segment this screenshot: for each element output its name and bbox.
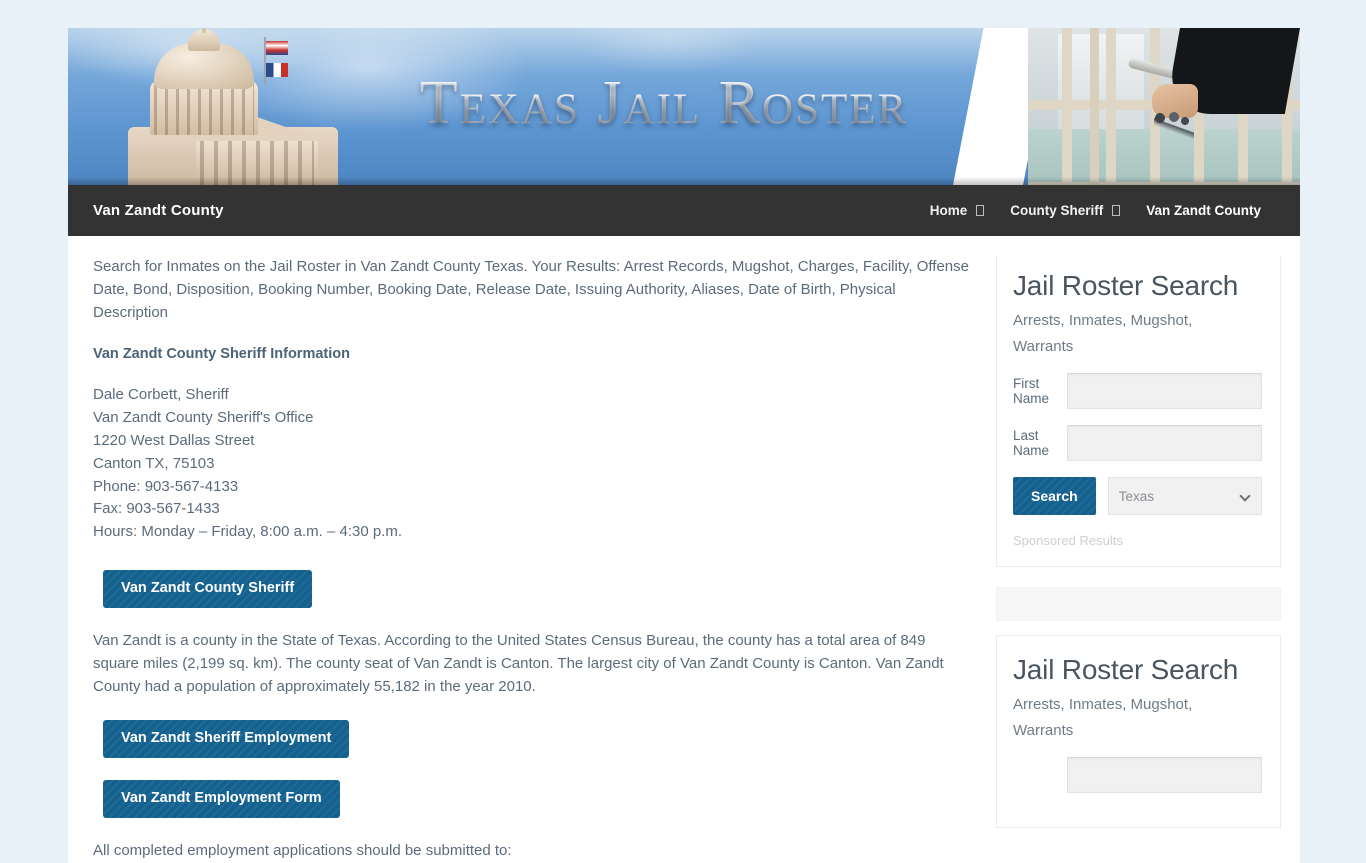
- search-button[interactable]: Search: [1013, 477, 1096, 515]
- widget-title: Jail Roster Search: [1013, 270, 1239, 301]
- first-name-label: First Name: [1013, 376, 1050, 406]
- employment-button-row: Van Zandt Sheriff Employment: [103, 720, 970, 759]
- van-zandt-employment-form-button[interactable]: Van Zandt Employment Form: [103, 780, 340, 819]
- widget-title: Jail Roster Search: [1013, 654, 1239, 685]
- van-zandt-county-sheriff-button[interactable]: Van Zandt County Sheriff: [103, 569, 313, 608]
- sidebar-column: Jail Roster Search Arrests, Inmates, Mug…: [996, 236, 1300, 863]
- employment-form-button-row: Van Zandt Employment Form: [103, 780, 970, 819]
- jail-roster-search-widget-2: Jail Roster Search Arrests, Inmates, Mug…: [996, 635, 1281, 828]
- jail-roster-search-widget-1: Jail Roster Search Arrests, Inmates, Mug…: [996, 256, 1281, 567]
- widget-subtitle: Arrests, Inmates, Mugshot, Warrants: [1013, 312, 1193, 355]
- sheriff-phone: Phone: 903-567-4133: [93, 477, 239, 495]
- sheriff-name: Dale Corbett, Sheriff: [93, 386, 229, 404]
- keys-icon: [1154, 112, 1194, 148]
- first-name-input[interactable]: [1067, 757, 1262, 793]
- last-name-input[interactable]: [1067, 425, 1262, 461]
- sheriff-hours: Hours: Monday – Friday, 8:00 a.m. – 4:30…: [93, 523, 403, 541]
- nav-items: Home County Sheriff Van Zandt County: [917, 203, 1274, 218]
- main-column: Search for Inmates on the Jail Roster in…: [68, 236, 996, 863]
- chevron-down-icon: [1239, 490, 1251, 502]
- nav-item-county-sheriff-label: County Sheriff: [1010, 203, 1104, 218]
- sheriff-information-heading: Van Zandt County Sheriff Information: [93, 346, 350, 363]
- first-name-row: First Name: [1013, 373, 1262, 409]
- chevron-down-icon: [1112, 205, 1121, 216]
- chevron-down-icon: [976, 205, 985, 216]
- nav-item-home[interactable]: Home: [917, 203, 998, 218]
- state-select-value: Texas: [1118, 488, 1154, 504]
- navbar: Van Zandt County Home County Sheriff Van…: [68, 185, 1300, 236]
- search-actions-row: Search Texas: [1013, 477, 1262, 515]
- us-flag-icon: [266, 41, 288, 55]
- sponsored-results-label: Sponsored Results: [1013, 533, 1123, 548]
- last-name-row: Last Name: [1013, 425, 1262, 461]
- sheriff-city-state-zip: Canton TX, 75103: [93, 454, 215, 472]
- page-container: Texas Jail Roster Van Zandt County Home …: [68, 28, 1300, 863]
- widget-subtitle: Arrests, Inmates, Mugshot, Warrants: [1013, 696, 1193, 739]
- jail-bars-image: [1028, 28, 1300, 185]
- banner-shadow: [68, 177, 1300, 185]
- intro-paragraph: Search for Inmates on the Jail Roster in…: [93, 258, 969, 321]
- sheriff-button-row: Van Zandt County Sheriff: [103, 569, 970, 608]
- state-select[interactable]: Texas: [1107, 477, 1262, 515]
- site-brand[interactable]: Van Zandt County: [93, 202, 224, 219]
- nav-item-van-zandt-county[interactable]: Van Zandt County: [1133, 203, 1274, 218]
- last-name-label: Last Name: [1013, 428, 1050, 458]
- nav-item-home-label: Home: [929, 203, 968, 218]
- sheriff-street: 1220 West Dallas Street: [93, 431, 255, 449]
- county-description-paragraph: Van Zandt is a county in the State of Te…: [93, 631, 944, 695]
- nav-item-van-zandt-county-label: Van Zandt County: [1146, 203, 1261, 218]
- site-banner: Texas Jail Roster: [68, 28, 1300, 185]
- sheriff-fax: Fax: 903-567-1433: [93, 500, 220, 518]
- first-name-input[interactable]: [1067, 373, 1262, 409]
- content-row: Search for Inmates on the Jail Roster in…: [68, 236, 1300, 863]
- sheriff-office: Van Zandt County Sheriff's Office: [93, 409, 314, 427]
- van-zandt-sheriff-employment-button[interactable]: Van Zandt Sheriff Employment: [103, 720, 350, 759]
- nav-item-county-sheriff[interactable]: County Sheriff: [997, 203, 1133, 218]
- ad-placeholder: [996, 587, 1281, 621]
- sheriff-contact-block: Dale Corbett, Sheriff Van Zandt County S…: [93, 384, 970, 544]
- applications-note: All completed employment applications sh…: [93, 842, 512, 860]
- first-name-row: [1013, 757, 1262, 793]
